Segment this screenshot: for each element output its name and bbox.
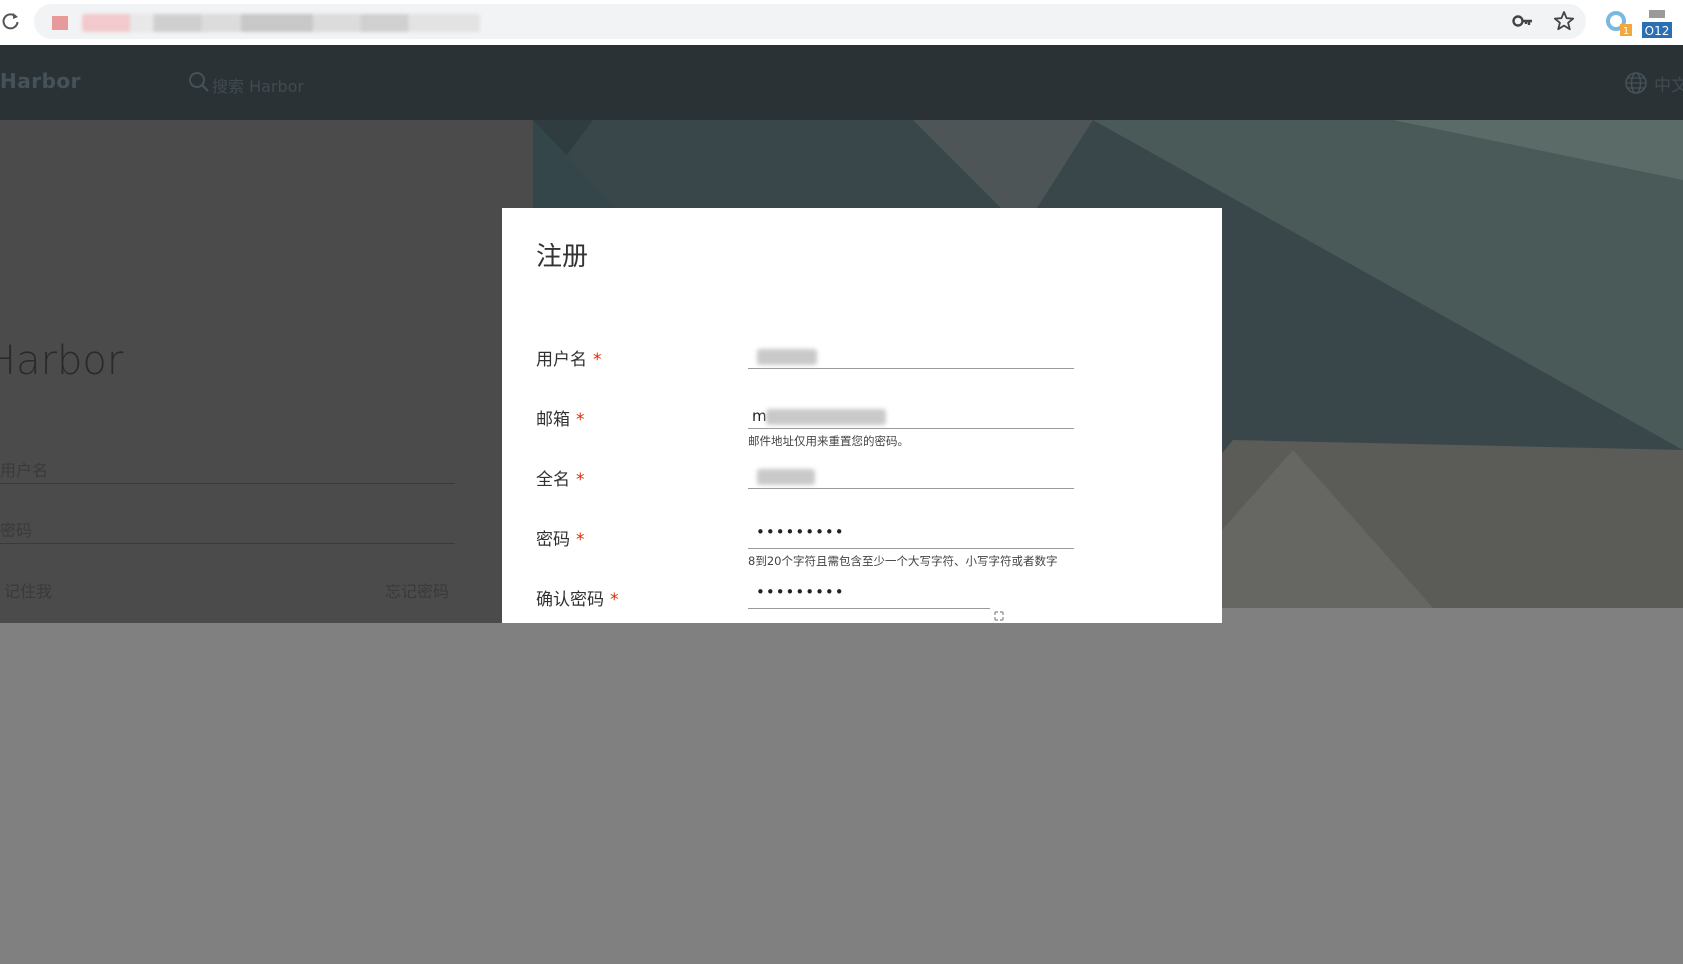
form-row-password: 密码 * ••••••••• 8到20个字符且需包含至少一个大写字符、小写字符或者… bbox=[502, 523, 1222, 581]
search-icon bbox=[189, 72, 209, 92]
login-username-input[interactable]: 用户名 bbox=[0, 457, 455, 484]
form-row-confirm-password: 确认密码 * ••••••••• bbox=[502, 583, 1222, 623]
site-favicon-icon bbox=[52, 16, 68, 30]
form-row-fullname: 全名 * bbox=[502, 463, 1222, 521]
forgot-password-link[interactable]: 忘记密码 bbox=[385, 578, 449, 602]
search-input[interactable]: 搜索 Harbor bbox=[212, 73, 304, 97]
login-password-input[interactable]: 密码 bbox=[0, 517, 455, 544]
browser-toolbar: 1 O12 bbox=[0, 0, 1683, 45]
extension-icon[interactable]: 1 bbox=[1604, 8, 1634, 38]
redacted-value bbox=[766, 409, 886, 425]
confirm-password-label: 确认密码 * bbox=[536, 590, 619, 610]
globe-icon bbox=[1625, 72, 1647, 94]
redacted-value bbox=[757, 469, 815, 485]
language-label: 中文 bbox=[1654, 76, 1683, 96]
redacted-value bbox=[757, 349, 817, 365]
signup-modal: 注册 用户名* 邮箱* 邮件地址仅用来重置您的密码。 全名* 密码* •••••… bbox=[502, 208, 1222, 623]
login-panel: Harbor 用户名 密码 记住我 忘记密码 bbox=[0, 120, 533, 623]
extension-badge: O12 bbox=[1645, 24, 1670, 38]
password-helper-text: 8到20个字符且需包含至少一个大写字符、小写字符或者数字 bbox=[748, 554, 1058, 568]
email-label: 邮箱 * bbox=[536, 410, 585, 430]
modal-title: 注册 bbox=[536, 242, 589, 272]
app-header: Harbor 搜索 Harbor 中文 bbox=[0, 45, 1683, 120]
fullname-label: 全名 * bbox=[536, 470, 585, 490]
star-icon[interactable] bbox=[1553, 10, 1575, 32]
required-mark: * bbox=[593, 350, 602, 370]
required-mark: * bbox=[610, 590, 619, 610]
password-value: ••••••••• bbox=[756, 523, 845, 541]
reload-icon[interactable] bbox=[1, 11, 21, 31]
username-label: 用户名 * bbox=[536, 350, 602, 370]
required-mark: * bbox=[576, 470, 585, 490]
resize-handle[interactable] bbox=[990, 608, 1008, 623]
confirm-password-value: ••••••••• bbox=[756, 583, 845, 601]
extension-badge: 1 bbox=[1623, 26, 1629, 37]
resize-grip-icon bbox=[994, 611, 1004, 621]
email-helper-text: 邮件地址仅用来重置您的密码。 bbox=[748, 434, 909, 448]
brand-logo-text[interactable]: Harbor bbox=[0, 69, 81, 93]
required-mark: * bbox=[576, 410, 585, 430]
password-label: 密码 * bbox=[536, 530, 585, 550]
key-icon[interactable] bbox=[1512, 11, 1534, 31]
form-row-email: 邮箱* 邮件地址仅用来重置您的密码。 bbox=[502, 403, 1222, 461]
address-bar[interactable] bbox=[34, 4, 1586, 39]
required-mark: * bbox=[576, 530, 585, 550]
login-title: Harbor bbox=[0, 338, 124, 384]
form-row-username: 用户名 * bbox=[502, 343, 1222, 401]
remember-me-checkbox[interactable]: 记住我 bbox=[4, 578, 52, 602]
url-text-redacted bbox=[82, 14, 480, 32]
extension-icon[interactable]: O12 bbox=[1640, 8, 1674, 40]
